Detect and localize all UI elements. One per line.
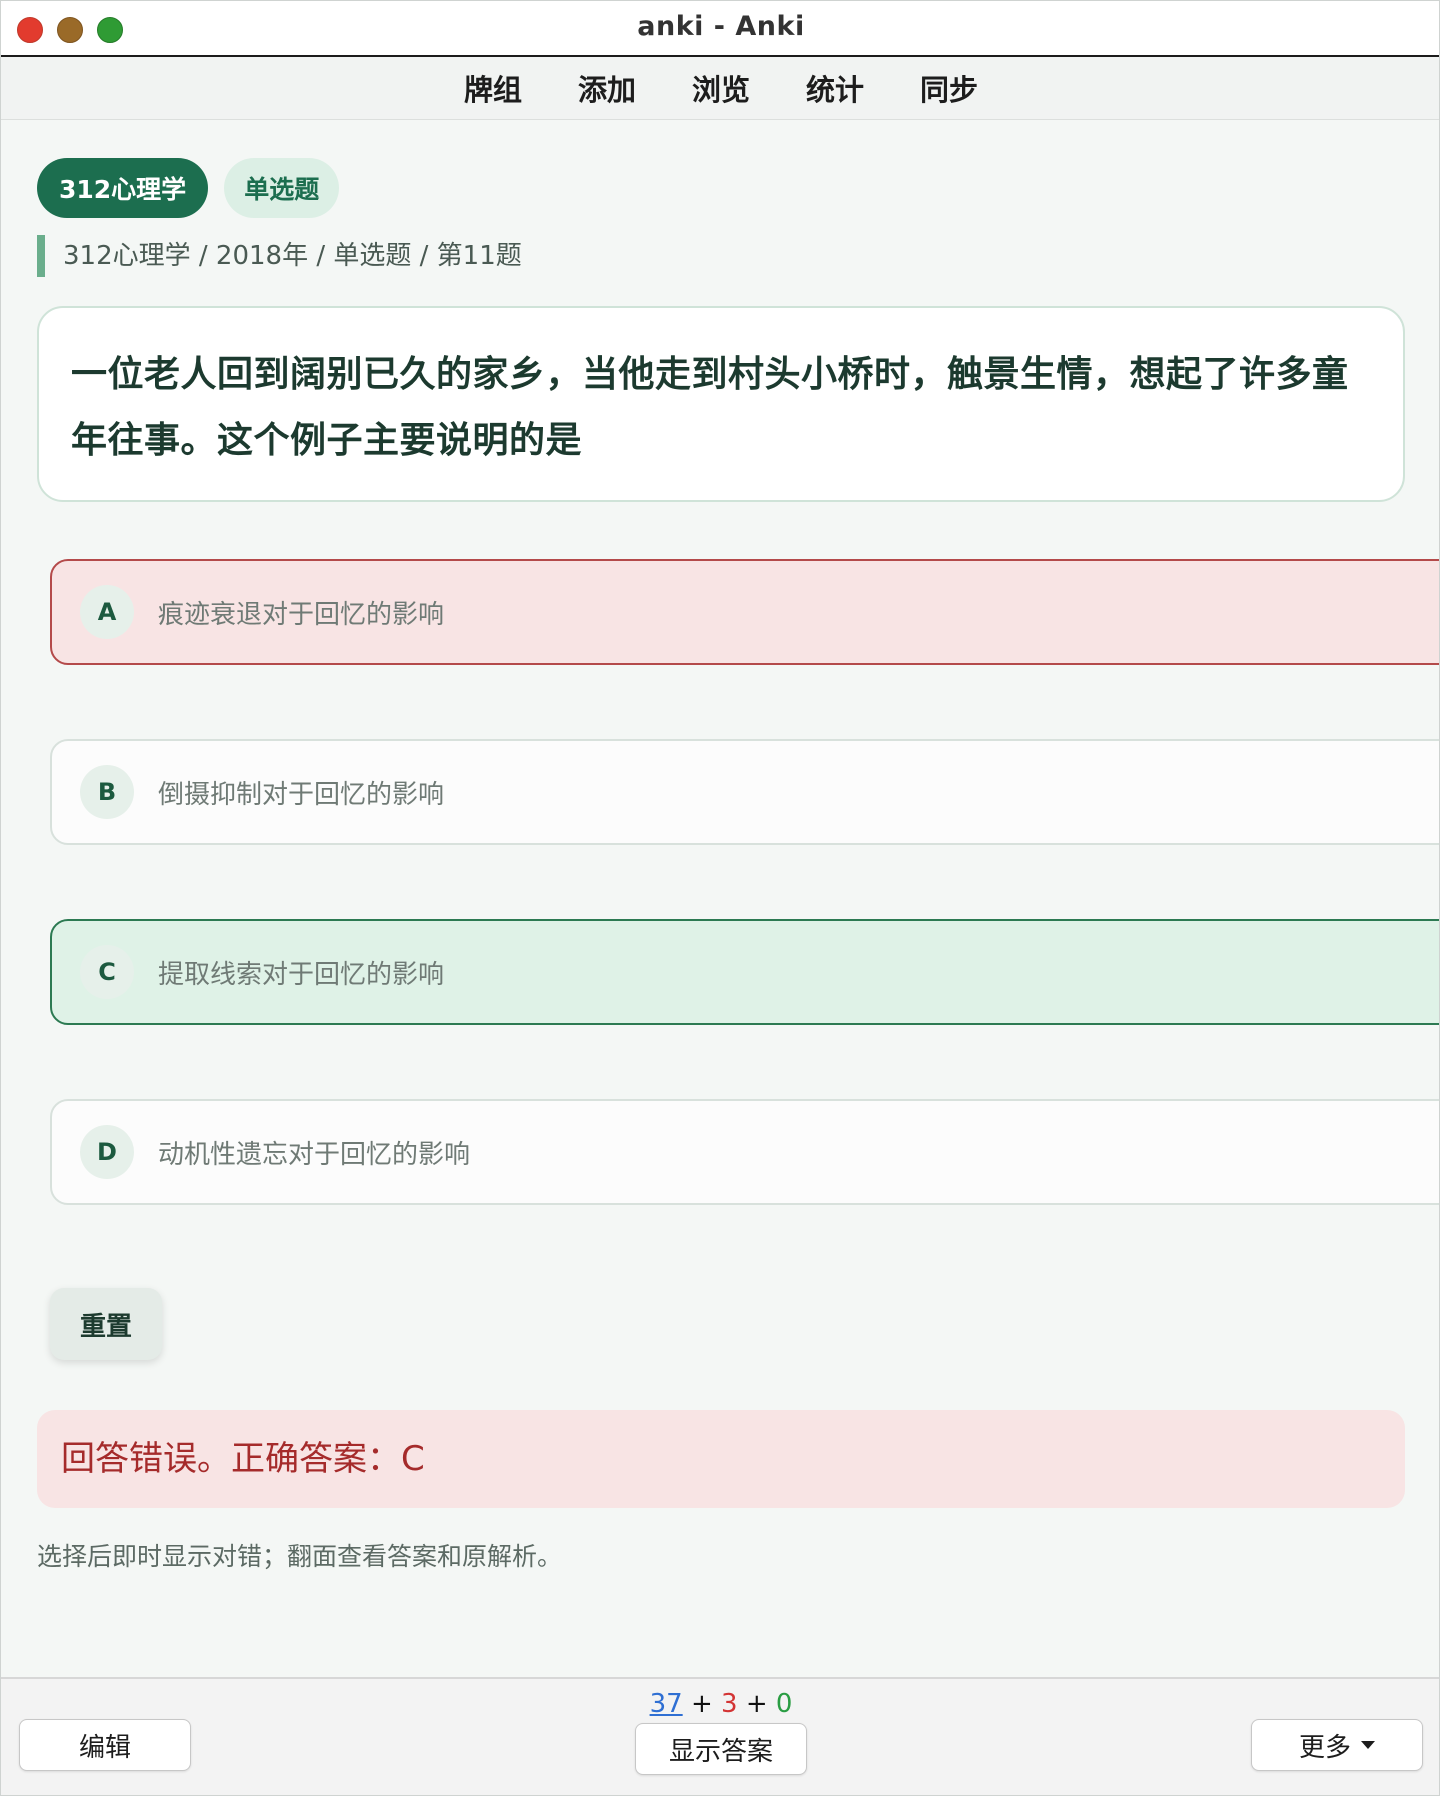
review-count: 0 — [775, 1689, 793, 1719]
question-text: 一位老人回到阔别已久的家乡，当他走到村头小桥时，触景生情，想起了许多童年往事。这… — [71, 354, 1349, 461]
option-letter: C — [80, 945, 134, 999]
more-button-label: 更多 — [1298, 1732, 1351, 1763]
option-c[interactable]: C 提取线索对于回忆的影响 — [50, 919, 1439, 1025]
edit-button-label: 编辑 — [78, 1732, 131, 1763]
count-separator: + — [690, 1689, 721, 1719]
nav-sync[interactable]: 同步 — [920, 67, 978, 109]
nav-browse[interactable]: 浏览 — [692, 67, 750, 109]
reset-button[interactable]: 重置 — [50, 1288, 162, 1360]
chevron-down-icon — [1361, 1741, 1375, 1749]
answer-feedback: 回答错误。正确答案：C — [37, 1410, 1405, 1508]
nav-decks[interactable]: 牌组 — [464, 67, 522, 109]
question-type-tag: 单选题 — [224, 158, 340, 218]
learn-count: 3 — [721, 1689, 738, 1719]
option-text: 痕迹衰退对于回忆的影响 — [158, 599, 445, 630]
card-counts: 37 + 3 + 0 — [1, 1689, 1439, 1719]
question-card: 一位老人回到阔别已久的家乡，当他走到村头小桥时，触景生情，想起了许多童年往事。这… — [37, 306, 1405, 502]
new-count[interactable]: 37 — [650, 1689, 683, 1719]
title-bar: anki - Anki — [1, 1, 1439, 57]
option-b[interactable]: B 倒摄抑制对于回忆的影响 — [50, 739, 1439, 845]
show-answer-label: 显示答案 — [668, 1736, 773, 1767]
breadcrumb: 312心理学 / 2018年 / 单选题 / 第11题 — [37, 235, 522, 277]
option-a[interactable]: A 痕迹衰退对于回忆的影响 — [50, 559, 1439, 665]
option-text: 提取线索对于回忆的影响 — [158, 959, 445, 990]
anki-window: anki - Anki 牌组 添加 浏览 统计 同步 312心理学 单选题 31… — [0, 0, 1440, 1796]
edit-button[interactable]: 编辑 — [19, 1719, 191, 1771]
show-answer-button[interactable]: 显示答案 — [635, 1723, 807, 1775]
top-nav: 牌组 添加 浏览 统计 同步 — [1, 57, 1439, 120]
option-letter: D — [80, 1125, 134, 1179]
bottom-bar: 37 + 3 + 0 编辑 显示答案 更多 — [1, 1677, 1439, 1795]
option-d[interactable]: D 动机性遗忘对于回忆的影响 — [50, 1099, 1439, 1205]
subject-tag: 312心理学 — [37, 158, 209, 218]
nav-stats[interactable]: 统计 — [806, 67, 864, 109]
hint-text: 选择后即时显示对错；翻面查看答案和原解析。 — [37, 1542, 563, 1571]
nav-add[interactable]: 添加 — [578, 67, 636, 109]
option-letter: B — [80, 765, 134, 819]
more-button[interactable]: 更多 — [1251, 1719, 1423, 1771]
option-letter: A — [80, 585, 134, 639]
option-text: 动机性遗忘对于回忆的影响 — [158, 1139, 471, 1170]
tag-group: 312心理学 单选题 — [37, 158, 340, 218]
count-separator: + — [745, 1689, 776, 1719]
option-text: 倒摄抑制对于回忆的影响 — [158, 779, 445, 810]
window-title: anki - Anki — [637, 11, 805, 42]
